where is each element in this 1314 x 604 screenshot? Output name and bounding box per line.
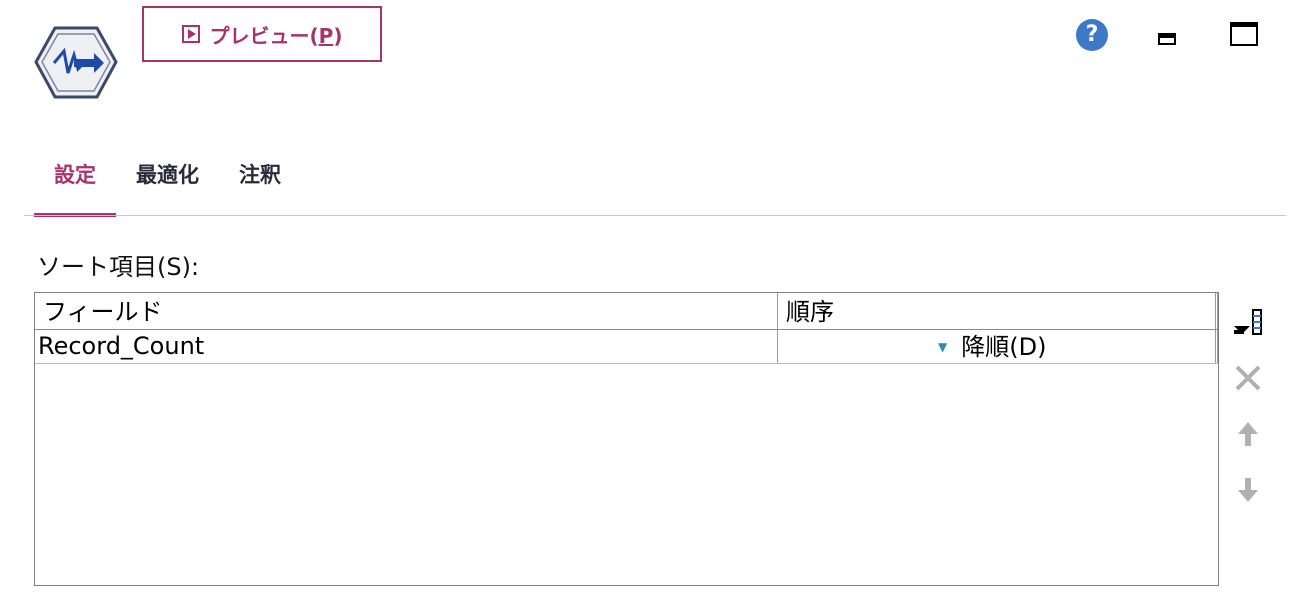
- delete-icon[interactable]: [1232, 362, 1264, 394]
- order-value: 降順(D): [961, 332, 1047, 361]
- order-cell[interactable]: ▼ 降順(D): [778, 330, 1218, 363]
- sort-fields-table[interactable]: フィールド 順序 Record_Count ▼ 降順(D): [34, 292, 1219, 586]
- column-header-order[interactable]: 順序: [778, 293, 1218, 329]
- tab-divider: [24, 215, 1286, 216]
- move-up-icon[interactable]: [1232, 418, 1264, 450]
- move-down-icon[interactable]: [1232, 474, 1264, 506]
- descending-arrow-icon: ▼: [938, 339, 948, 354]
- tab-settings[interactable]: 設定: [34, 145, 116, 217]
- preview-button[interactable]: プレビュー(P): [142, 6, 382, 62]
- minimize-icon[interactable]: [1158, 33, 1176, 45]
- sort-fields-label: ソート項目(S):: [37, 253, 200, 281]
- tab-optimize[interactable]: 最適化: [116, 145, 219, 203]
- help-icon[interactable]: ?: [1076, 19, 1108, 51]
- tab-annotations[interactable]: 注釈: [219, 145, 301, 203]
- table-header: フィールド 順序: [35, 293, 1218, 330]
- add-field-icon[interactable]: [1232, 306, 1264, 338]
- field-cell[interactable]: Record_Count: [35, 330, 778, 363]
- table-row[interactable]: Record_Count ▼ 降順(D): [35, 330, 1218, 364]
- sort-node-icon: [34, 26, 118, 99]
- tab-bar: 設定 最適化 注釈: [34, 145, 301, 217]
- maximize-icon[interactable]: [1230, 22, 1258, 46]
- preview-label: プレビュー(P): [209, 23, 343, 48]
- column-header-field[interactable]: フィールド: [35, 293, 778, 329]
- play-icon: [181, 25, 200, 43]
